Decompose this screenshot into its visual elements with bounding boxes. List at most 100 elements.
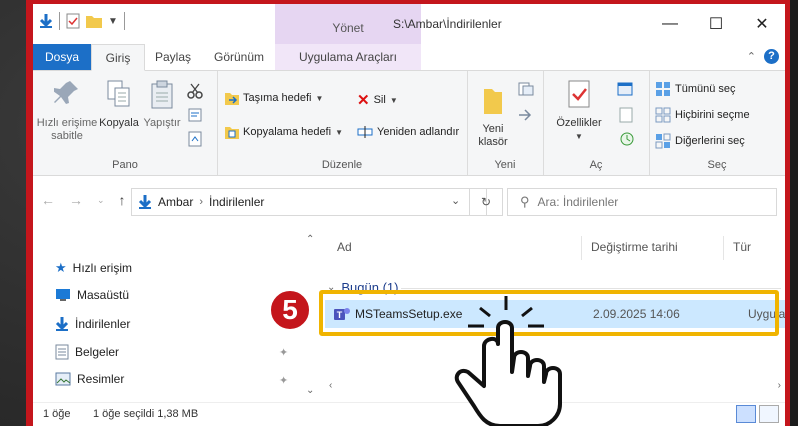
scroll-left-icon[interactable]: ‹ — [329, 380, 332, 391]
select-all-icon — [656, 82, 670, 96]
copy-to-button[interactable]: Kopyalama hedefi ▼ — [225, 125, 343, 139]
large-icons-view-icon[interactable] — [759, 405, 779, 423]
minimize-button[interactable]: — — [647, 4, 693, 44]
cut-scissors-icon[interactable] — [187, 83, 203, 99]
pin-icon — [53, 81, 78, 104]
invert-selection-icon — [655, 133, 671, 149]
group-open: Özellikler ▼ Aç — [543, 71, 650, 175]
nav-arrows: ← → ⌄ ↑ — [41, 192, 126, 208]
address-box[interactable]: Ambar › İndirilenler — [131, 188, 487, 216]
breadcrumb-root[interactable]: Ambar — [158, 195, 193, 209]
easy-access-icon[interactable] — [517, 107, 535, 123]
group-clipboard-name: Pano — [112, 159, 138, 171]
group-organize-name: Düzenle — [321, 159, 363, 171]
group-select: Tümünü seç Hiçbirini seçme Diğerlerini s… — [649, 71, 785, 175]
nav-item-desktop[interactable]: Masaüstü — [55, 288, 129, 302]
up-arrow-icon[interactable]: ↑ — [119, 192, 126, 208]
rename-button[interactable]: Yeniden adlandır — [357, 125, 459, 139]
column-header-name[interactable]: Ad — [337, 240, 352, 254]
breadcrumb-current[interactable]: İndirilenler — [209, 195, 264, 209]
navigation-pane: ★ Hızlı erişim Masaüstü İndirilenler Bel… — [33, 228, 301, 402]
forward-arrow-icon[interactable]: → — [69, 192, 83, 208]
step-badge: 5 — [268, 288, 312, 332]
paste-label: Yapıştır — [143, 117, 181, 129]
copyto-dropdown-icon: ▼ — [335, 127, 343, 137]
qat-dropdown-icon[interactable]: ▼ — [108, 16, 118, 27]
delete-dropdown-icon: ▼ — [389, 95, 398, 105]
move-to-icon — [225, 93, 239, 105]
select-all-button[interactable]: Tümünü seç — [655, 81, 736, 97]
address-dropdown-icon[interactable]: ⌄ — [451, 194, 460, 207]
column-header-modified[interactable]: Değiştirme tarihi — [591, 240, 678, 254]
copy-to-icon — [225, 127, 239, 139]
pin-quick-access-button[interactable]: Hızlı erişime sabitle — [35, 79, 99, 143]
quick-access-toolbar: ▼ — [39, 12, 125, 30]
paste-shortcut-icon[interactable] — [187, 131, 203, 147]
group-select-name: Seç — [707, 159, 727, 171]
tab-row-right: ⌃ ? — [747, 49, 779, 64]
scroll-right-icon[interactable]: › — [778, 380, 781, 391]
close-button[interactable]: ✕ — [739, 4, 785, 44]
tab-view[interactable]: Görünüm — [205, 44, 273, 70]
tab-app-tools[interactable]: Uygulama Araçları — [275, 44, 421, 70]
tab-home[interactable]: Giriş — [91, 44, 145, 71]
nav-item-documents[interactable]: Belgeler — [55, 344, 119, 360]
nav-item-quick-access[interactable]: ★ Hızlı erişim — [55, 260, 132, 276]
move-dropdown-icon: ▼ — [315, 93, 324, 103]
recent-dropdown-icon[interactable]: ⌄ — [97, 195, 105, 208]
delete-button[interactable]: ✕ Sil ▼ — [357, 91, 398, 109]
group-organize: Taşıma hedefi ▼ Kopyalama hedefi ▼ ✕ Sil ▼ … — [217, 71, 468, 175]
properties-button[interactable]: Özellikler ▼ — [549, 79, 609, 143]
address-bar-row: ← → ⌄ ↑ Ambar › İndirilenler ⌄ ↻ ⚲ Ara: … — [33, 176, 785, 228]
details-view-icon[interactable] — [736, 405, 756, 423]
window-path-title: S:\Ambar\İndirilenler — [393, 17, 502, 31]
group-new: Yeni klasör Yeni — [467, 71, 544, 175]
move-to-button[interactable]: Taşıma hedefi ▼ — [225, 91, 323, 105]
nav-item-pictures[interactable]: Resimler — [55, 372, 124, 386]
tab-share[interactable]: Paylaş — [145, 44, 201, 70]
new-folder-button[interactable]: Yeni klasör — [471, 85, 515, 149]
new-folder-icon[interactable] — [86, 14, 102, 28]
properties-check-icon[interactable] — [66, 13, 80, 29]
edit-icon[interactable] — [619, 107, 633, 123]
download-arrow-icon[interactable] — [39, 13, 53, 29]
window-controls: — ☐ ✕ — [647, 4, 785, 44]
group-clipboard: Hızlı erişime sabitle Kopyala Yapıştır P… — [33, 71, 218, 175]
back-arrow-icon[interactable]: ← — [41, 192, 55, 208]
help-icon[interactable]: ? — [764, 49, 779, 64]
status-item-count: 1 öğe — [43, 408, 71, 420]
rename-icon — [357, 126, 373, 138]
pin-documents-icon[interactable]: ✦ — [279, 346, 288, 359]
search-input[interactable]: ⚲ Ara: İndirilenler — [507, 188, 777, 216]
invert-selection-button[interactable]: Diğerlerini seç — [655, 133, 745, 149]
scroll-down-icon[interactable]: ⌄ — [306, 385, 314, 396]
maximize-button[interactable]: ☐ — [693, 4, 739, 44]
pictures-icon — [55, 372, 71, 386]
paste-button[interactable]: Yapıştır — [139, 79, 185, 130]
copy-button[interactable]: Kopyala — [99, 79, 139, 130]
group-new-name: Yeni — [494, 159, 516, 171]
refresh-button[interactable]: ↻ — [469, 188, 503, 216]
new-item-icon[interactable] — [517, 81, 535, 97]
column-separator — [581, 236, 582, 260]
history-icon[interactable] — [619, 131, 635, 147]
open-icon[interactable] — [617, 81, 633, 97]
column-header-type[interactable]: Tür — [733, 240, 751, 254]
search-icon: ⚲ — [520, 194, 530, 209]
breadcrumb-chevron-icon[interactable]: › — [199, 196, 203, 208]
documents-icon — [55, 344, 69, 360]
ribbon-collapse-icon[interactable]: ⌃ — [747, 50, 756, 63]
group-open-name: Aç — [589, 159, 603, 171]
copy-icon — [107, 80, 130, 107]
new-folder-label: Yeni klasör — [478, 123, 508, 148]
refresh-icon: ↻ — [480, 195, 492, 209]
new-folder-big-icon — [484, 89, 502, 114]
properties-big-icon — [568, 80, 590, 108]
nav-item-downloads[interactable]: İndirilenler — [55, 316, 130, 332]
scroll-up-icon[interactable]: ⌃ — [306, 234, 314, 245]
copy-path-icon[interactable] — [187, 107, 203, 123]
pin-pictures-icon[interactable]: ✦ — [279, 374, 288, 387]
status-selected: 1 öğe seçildi 1,38 MB — [93, 408, 199, 420]
select-none-button[interactable]: Hiçbirini seçme — [655, 107, 750, 123]
tab-file[interactable]: Dosya — [33, 44, 91, 70]
